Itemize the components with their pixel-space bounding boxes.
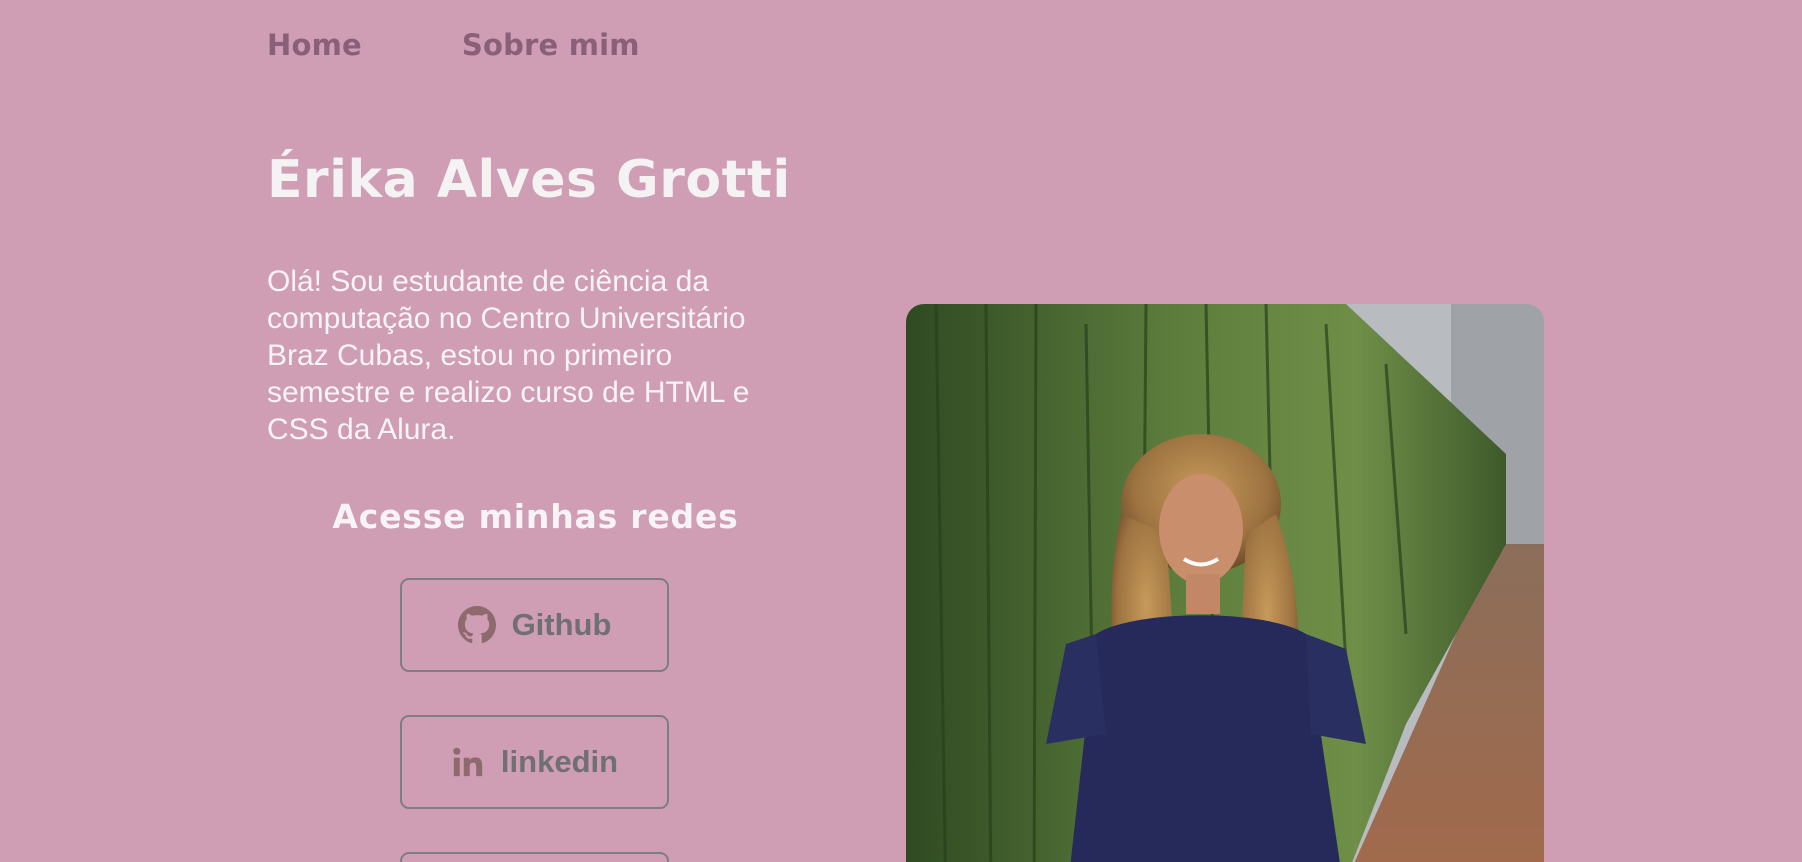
nav-home-link[interactable]: Home [267,28,362,62]
top-navigation: Home Sobre mim [267,28,640,62]
linkedin-button[interactable]: linkedin [400,715,669,809]
social-button-partial[interactable] [400,852,669,862]
linkedin-button-label: linkedin [500,744,619,779]
linkedin-icon [451,745,485,779]
nav-sobre-mim-link[interactable]: Sobre mim [462,28,640,62]
github-icon [457,606,496,644]
github-button-label: Github [511,607,612,642]
github-button[interactable]: Github [400,578,669,672]
page-title: Érika Alves Grotti [267,150,791,210]
profile-photo [906,304,1544,862]
social-heading: Acesse minhas redes [332,497,739,536]
bio-text: Olá! Sou estudante de ciência da computa… [267,265,750,446]
